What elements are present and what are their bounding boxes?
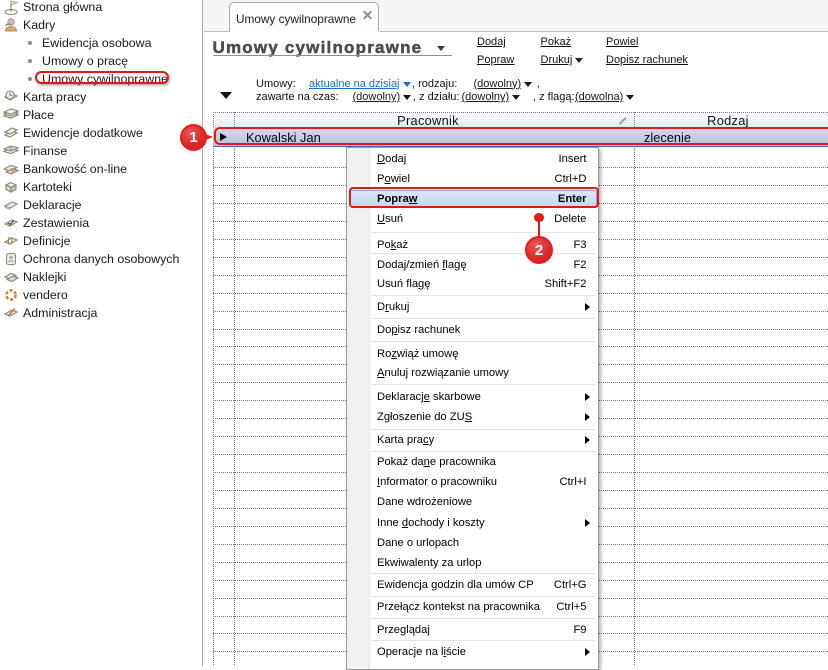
svg-text:e: e [11,166,16,175]
svg-text:{): {) [7,236,13,245]
